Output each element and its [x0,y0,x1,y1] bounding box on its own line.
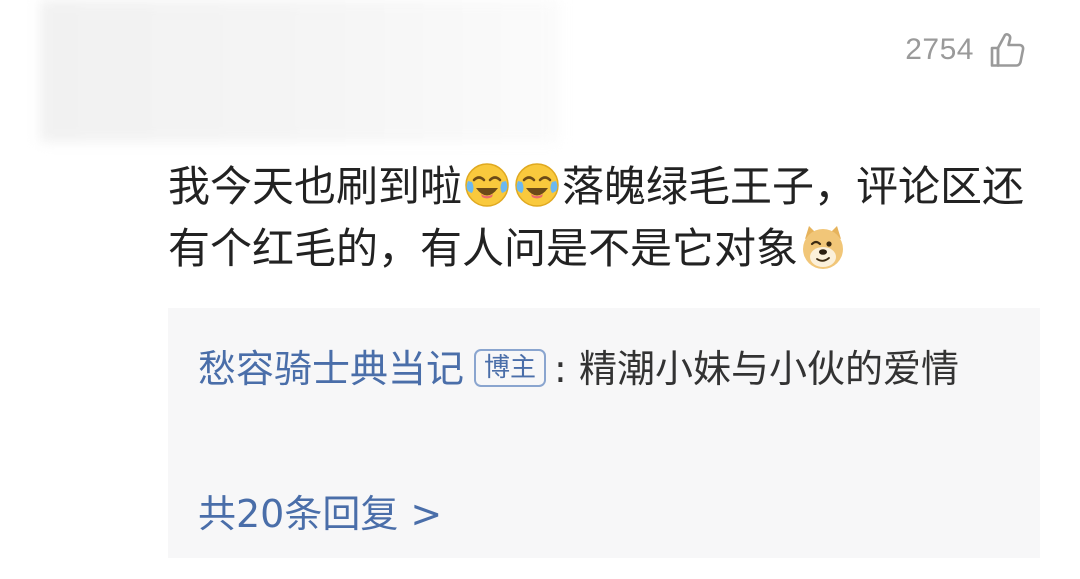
blurred-user-info [40,0,560,142]
doge-emoji-icon [803,226,844,269]
reply-preview[interactable]: 愁容骑士典当记 博主: 精潮小妹与小伙的爱情 共20条回复 > [168,308,1040,558]
view-all-replies-link[interactable]: 共20条回复 > [198,484,442,544]
laugh-cry-emoji-icon [465,163,509,207]
reply-text: 精潮小妹与小伙的爱情 [578,347,959,391]
like-count: 2754 [905,33,974,66]
like-area[interactable]: 2754 [905,28,1028,72]
author-badge: 博主 [474,349,547,387]
thumbs-up-icon[interactable] [988,30,1028,70]
comment-item: 2754 我今天也刷到啦 落魄绿毛王子，评论区还有个红毛的，有人问是不是它对象 [0,0,1080,579]
laugh-cry-emoji-icon [515,163,559,207]
comment-text-1: 我今天也刷到啦 [168,162,463,211]
reply-author-name[interactable]: 愁容骑士典当记 [198,347,464,391]
reply-separator: : [554,347,567,391]
comment-body: 我今天也刷到啦 落魄绿毛王子，评论区还有个红毛的，有人问是不是它对象 [168,156,1040,280]
reply-content: 愁容骑士典当记 博主: 精潮小妹与小伙的爱情 [198,338,998,400]
